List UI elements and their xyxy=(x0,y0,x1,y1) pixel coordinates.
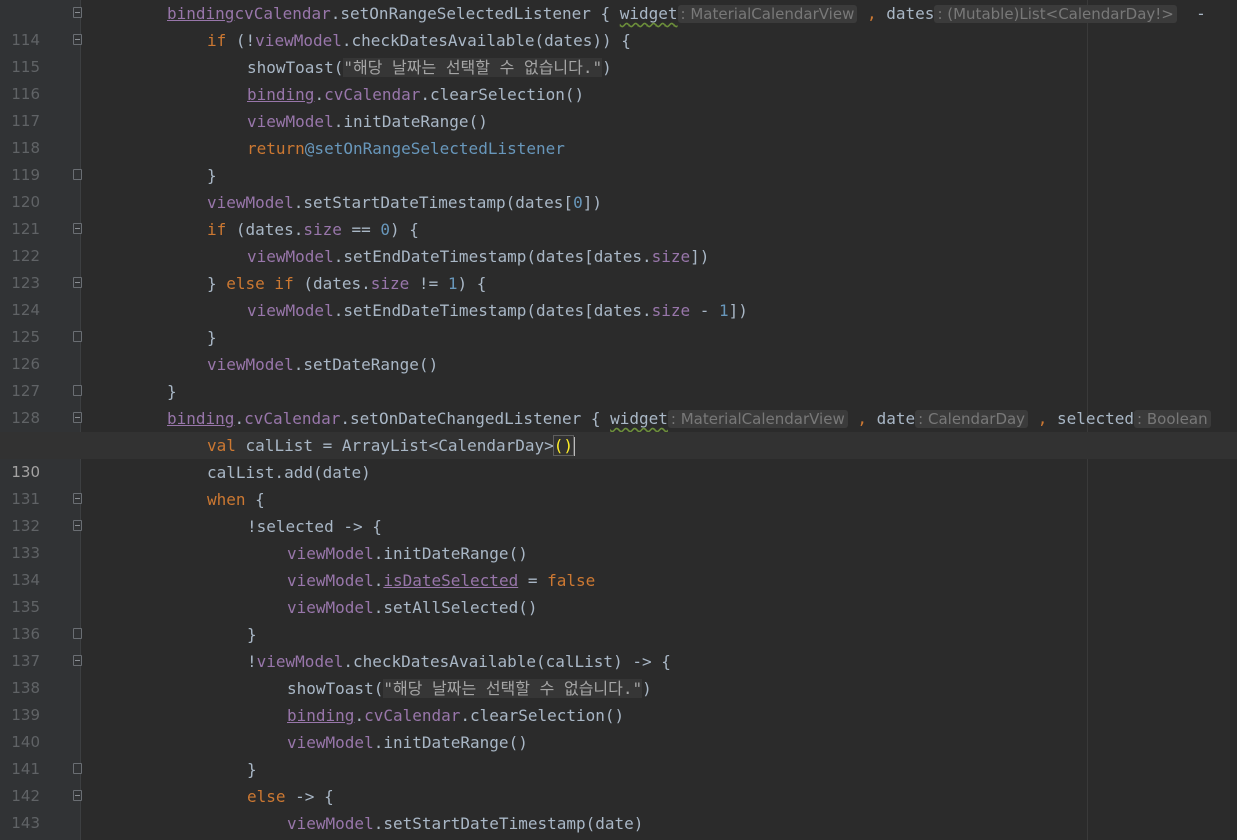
code-line[interactable]: 126 } xyxy=(0,324,1237,373)
code-line[interactable]: 134 viewModel.initDateRange() xyxy=(0,540,1237,589)
code-text: } xyxy=(167,382,177,401)
fold-end-icon[interactable] xyxy=(73,763,82,774)
code-text: !selected -> { xyxy=(247,517,382,536)
fold-expanded-icon[interactable] xyxy=(73,412,82,423)
parameter-type-hint: : (Mutable)List<CalendarDay!> xyxy=(934,5,1177,23)
fold-expanded-icon[interactable] xyxy=(73,493,82,504)
fold-end-icon[interactable] xyxy=(73,169,82,180)
fold-expanded-icon[interactable] xyxy=(73,223,82,234)
code-text: when { xyxy=(207,490,265,509)
code-text: viewModel.setEndDateTimestamp(dates[date… xyxy=(247,247,710,266)
code-text: viewModel.initDateRange() xyxy=(287,544,528,563)
code-line[interactable]: 138 !viewModel.checkDatesAvailable(calLi… xyxy=(0,648,1237,697)
code-line[interactable]: 120 } xyxy=(0,162,1237,211)
code-line[interactable]: 131 calList.add(date) xyxy=(0,459,1237,508)
code-line[interactable]: 125 viewModel.setEndDateTimestamp(dates[… xyxy=(0,297,1237,346)
code-text: } xyxy=(247,625,257,644)
code-line[interactable]: 116 showToast("해당 날짜는 선택할 수 없습니다.") xyxy=(0,54,1237,103)
code-line[interactable]: 118 viewModel.initDateRange() xyxy=(0,108,1237,157)
code-line[interactable]: 124 } else if (dates.size != 1) { xyxy=(0,270,1237,319)
fold-end-icon[interactable] xyxy=(73,331,82,342)
parameter-type-hint: : Boolean xyxy=(1134,410,1211,428)
code-text: else -> { xyxy=(247,787,334,806)
code-editor[interactable]: 114 bindingcvCalendar.setOnRangeSelected… xyxy=(0,0,1237,840)
code-text: bindingcvCalendar.setOnRangeSelectedList… xyxy=(167,4,1206,23)
code-line[interactable]: 141 viewModel.initDateRange() xyxy=(0,729,1237,778)
code-text: !viewModel.checkDatesAvailable(calList) … xyxy=(247,652,671,671)
code-text: } xyxy=(207,328,217,347)
code-line[interactable]: 121 viewModel.setStartDateTimestamp(date… xyxy=(0,189,1237,238)
parameter-type-hint: : MaterialCalendarView xyxy=(667,410,848,428)
code-line[interactable]: 132 when { xyxy=(0,486,1237,535)
code-text: showToast("해당 날짜는 선택할 수 없습니다.") xyxy=(247,58,612,77)
code-text: viewModel.initDateRange() xyxy=(247,112,488,131)
fold-end-icon[interactable] xyxy=(73,628,82,639)
code-line[interactable]: 140 binding.cvCalendar.clearSelection() xyxy=(0,702,1237,751)
code-line[interactable]: 128 } xyxy=(0,378,1237,427)
code-line[interactable]: 123 viewModel.setEndDateTimestamp(dates[… xyxy=(0,243,1237,292)
code-line[interactable]: 114 bindingcvCalendar.setOnRangeSelected… xyxy=(0,0,1237,49)
code-text: showToast("해당 날짜는 선택할 수 없습니다.") xyxy=(287,679,652,698)
fold-end-icon[interactable] xyxy=(73,385,82,396)
parameter-type-hint: : MaterialCalendarView xyxy=(677,5,858,23)
code-line[interactable]: 133 !selected -> { xyxy=(0,513,1237,562)
code-line[interactable]: 115 if (!viewModel.checkDatesAvailable(d… xyxy=(0,27,1237,76)
code-line[interactable]: 143 else -> { xyxy=(0,783,1237,832)
code-line[interactable]: 122 if (dates.size == 0) { xyxy=(0,216,1237,265)
code-text: viewModel.isDateSelected = false xyxy=(287,571,596,590)
code-text: viewModel.setStartDateTimestamp(dates[0]… xyxy=(207,193,602,212)
code-line[interactable]: 142 } xyxy=(0,756,1237,805)
text-caret xyxy=(573,437,576,456)
code-line[interactable]: 129 binding.cvCalendar.setOnDateChangedL… xyxy=(0,405,1237,454)
code-text: binding.cvCalendar.clearSelection() xyxy=(247,85,585,104)
code-text: if (!viewModel.checkDatesAvailable(dates… xyxy=(207,31,631,50)
fold-expanded-icon[interactable] xyxy=(73,520,82,531)
code-text: } xyxy=(207,166,217,185)
code-text: viewModel.setDateRange() xyxy=(207,355,439,374)
fold-expanded-icon[interactable] xyxy=(73,277,82,288)
code-text: } else if (dates.size != 1) { xyxy=(207,274,487,293)
code-line[interactable]: 136 viewModel.setAllSelected() xyxy=(0,594,1237,643)
code-text: viewModel.setStartDateTimestamp(date) xyxy=(287,814,644,833)
matched-parentheses: () xyxy=(552,435,575,456)
fold-expanded-icon[interactable] xyxy=(73,7,82,18)
code-text: val calList = ArrayList<CalendarDay>() xyxy=(207,435,576,456)
code-line[interactable]: 144 viewModel.setStartDateTimestamp(date… xyxy=(0,810,1237,837)
code-text: binding.cvCalendar.clearSelection() xyxy=(287,706,625,725)
code-text: viewModel.initDateRange() xyxy=(287,733,528,752)
code-line[interactable]: 127 viewModel.setDateRange() xyxy=(0,351,1237,400)
code-text: if (dates.size == 0) { xyxy=(207,220,419,239)
parameter-type-hint: : CalendarDay xyxy=(915,410,1029,428)
fold-expanded-icon[interactable] xyxy=(73,790,82,801)
code-line[interactable]: 119 return@setOnRangeSelectedListener xyxy=(0,135,1237,184)
code-line[interactable]: 135 viewModel.isDateSelected = false xyxy=(0,567,1237,616)
code-text: } xyxy=(247,760,257,779)
code-line[interactable]: 139 showToast("해당 날짜는 선택할 수 없습니다.") xyxy=(0,675,1237,724)
code-line-current[interactable]: 130 val calList = ArrayList<CalendarDay>… xyxy=(0,432,1237,481)
code-line[interactable]: 137 } xyxy=(0,621,1237,670)
fold-expanded-icon[interactable] xyxy=(73,34,82,45)
code-text: calList.add(date) xyxy=(207,463,371,482)
code-text: binding.cvCalendar.setOnDateChangedListe… xyxy=(167,405,1211,433)
code-text: viewModel.setAllSelected() xyxy=(287,598,538,617)
code-text: return@setOnRangeSelectedListener xyxy=(247,139,565,158)
fold-expanded-icon[interactable] xyxy=(73,655,82,666)
code-text: viewModel.setEndDateTimestamp(dates[date… xyxy=(247,301,748,320)
code-line[interactable]: 117 binding.cvCalendar.clearSelection() xyxy=(0,81,1237,130)
